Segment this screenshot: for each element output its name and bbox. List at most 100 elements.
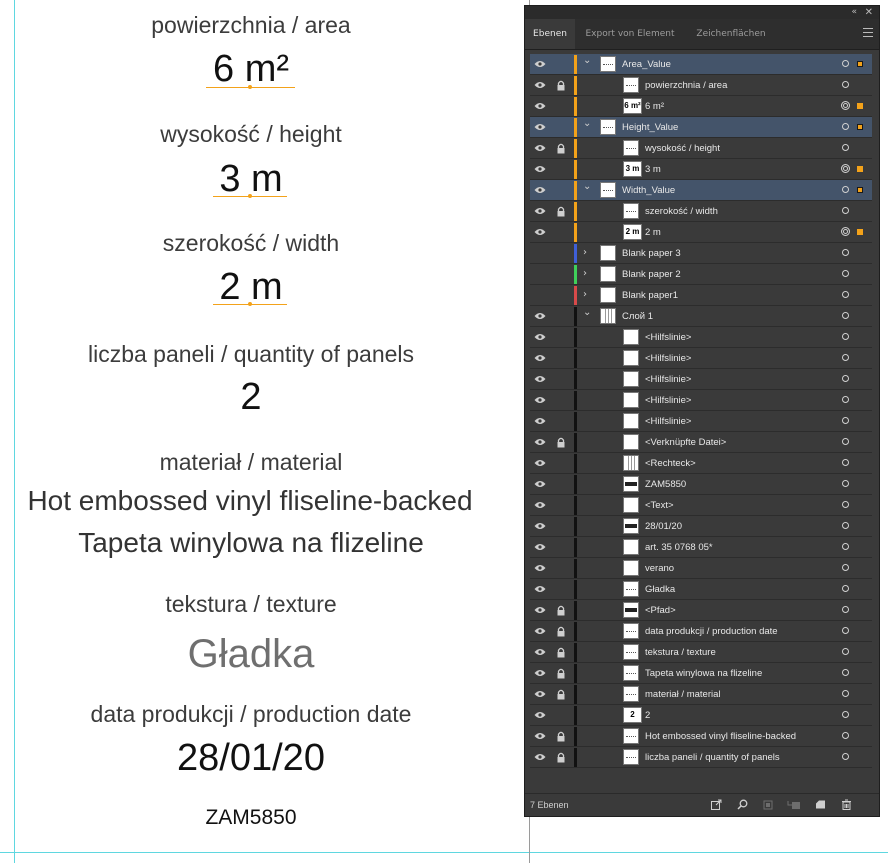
layer-name[interactable]: data produkcji / production date: [645, 621, 778, 642]
lock-icon[interactable]: [556, 731, 566, 742]
layer-name[interactable]: <Pfad>: [645, 600, 676, 621]
layer-row[interactable]: liczba paneli / quantity of panels: [530, 747, 872, 768]
target-circle-icon[interactable]: [842, 606, 849, 613]
layer-name[interactable]: tekstura / texture: [645, 642, 716, 663]
visibility-eye-icon[interactable]: [534, 396, 546, 404]
chevron-down-icon[interactable]: ⌄: [583, 307, 591, 318]
panel-titlebar[interactable]: « ✕: [525, 6, 879, 19]
target-circle-icon[interactable]: [842, 270, 849, 277]
layer-row[interactable]: Hot embossed vinyl fliseline-backed: [530, 726, 872, 747]
lock-toggle[interactable]: [556, 269, 566, 280]
selection-indicator[interactable]: [857, 124, 863, 130]
layer-name[interactable]: <Text>: [645, 495, 674, 516]
visibility-eye-icon[interactable]: [534, 417, 546, 425]
layer-row[interactable]: ⌄ Слой 1: [530, 306, 872, 327]
target-circle-icon[interactable]: [842, 396, 849, 403]
selection-indicator[interactable]: [857, 229, 863, 235]
target-circle-icon[interactable]: [842, 564, 849, 571]
visibility-eye-icon[interactable]: [534, 732, 546, 740]
lock-toggle[interactable]: [556, 395, 566, 406]
selection-indicator[interactable]: [857, 103, 863, 109]
visibility-eye-icon[interactable]: [534, 375, 546, 383]
visibility-eye-icon[interactable]: [534, 354, 546, 362]
layer-name[interactable]: 6 m²: [645, 96, 664, 117]
lock-toggle[interactable]: [556, 563, 566, 574]
visibility-toggle[interactable]: [534, 249, 546, 257]
layer-name[interactable]: szerokość / width: [645, 201, 718, 222]
visibility-eye-icon[interactable]: [534, 207, 546, 215]
visibility-eye-icon[interactable]: [534, 711, 546, 719]
layer-name[interactable]: liczba paneli / quantity of panels: [645, 747, 780, 768]
panels-value[interactable]: 2: [0, 376, 502, 419]
lock-toggle[interactable]: [556, 101, 566, 112]
visibility-eye-icon[interactable]: [534, 60, 546, 68]
layer-row[interactable]: powierzchnia / area: [530, 75, 872, 96]
layer-row[interactable]: ZAM5850: [530, 474, 872, 495]
target-circle-icon[interactable]: [842, 585, 849, 592]
lock-icon[interactable]: [556, 668, 566, 679]
layer-row[interactable]: <Hilfslinie>: [530, 411, 872, 432]
layer-name[interactable]: materiał / material: [645, 684, 721, 705]
target-circle-icon[interactable]: [842, 438, 849, 445]
visibility-eye-icon[interactable]: [534, 627, 546, 635]
collapse-icon[interactable]: «: [851, 6, 857, 19]
target-circle-icon[interactable]: [842, 123, 849, 130]
layer-row[interactable]: › Blank paper 3: [530, 243, 872, 264]
artboard[interactable]: powierzchnia / area 6 m² wysokość / heig…: [0, 0, 888, 863]
visibility-toggle[interactable]: [534, 291, 546, 299]
layer-name[interactable]: powierzchnia / area: [645, 75, 727, 96]
target-circle-icon[interactable]: [842, 669, 849, 676]
target-circle-icon[interactable]: [842, 627, 849, 634]
panel-menu-icon[interactable]: [863, 28, 873, 38]
visibility-eye-icon[interactable]: [534, 228, 546, 236]
layer-row[interactable]: Tapeta winylowa na flizeline: [530, 663, 872, 684]
close-icon[interactable]: ✕: [865, 6, 873, 19]
tab-export[interactable]: Export von Element: [580, 19, 680, 49]
layer-row[interactable]: ⌄ Width_Value: [530, 180, 872, 201]
layer-row[interactable]: <Hilfslinie>: [530, 327, 872, 348]
visibility-eye-icon[interactable]: [534, 543, 546, 551]
target-circle-icon[interactable]: [842, 81, 849, 88]
lock-icon[interactable]: [556, 689, 566, 700]
layer-row[interactable]: <Hilfslinie>: [530, 348, 872, 369]
width-label[interactable]: szerokość / width: [0, 230, 502, 257]
material-pl[interactable]: Tapeta winylowa na flizeline: [0, 527, 502, 559]
visibility-eye-icon[interactable]: [534, 753, 546, 761]
lock-toggle[interactable]: [556, 122, 566, 133]
layer-row[interactable]: 22: [530, 705, 872, 726]
target-circle-icon[interactable]: [842, 543, 849, 550]
lock-icon[interactable]: [556, 143, 566, 154]
lock-icon[interactable]: [556, 647, 566, 658]
visibility-eye-icon[interactable]: [534, 480, 546, 488]
target-circle-icon[interactable]: [842, 375, 849, 382]
tab-ebenen[interactable]: Ebenen: [525, 19, 575, 49]
delete-icon[interactable]: [841, 799, 852, 810]
layer-row[interactable]: <Rechteck>: [530, 453, 872, 474]
visibility-eye-icon[interactable]: [534, 501, 546, 509]
layer-name[interactable]: <Hilfslinie>: [645, 348, 691, 369]
lock-icon[interactable]: [556, 437, 566, 448]
layer-name[interactable]: 2 m: [645, 222, 661, 243]
chevron-right-icon[interactable]: ›: [583, 289, 587, 300]
target-circle-icon[interactable]: [842, 249, 849, 256]
layer-row[interactable]: verano: [530, 558, 872, 579]
lock-toggle[interactable]: [556, 290, 566, 301]
layer-name[interactable]: 3 m: [645, 159, 661, 180]
lock-toggle[interactable]: [556, 185, 566, 196]
new-layer-icon[interactable]: [815, 799, 826, 810]
layer-row[interactable]: szerokość / width: [530, 201, 872, 222]
layer-name[interactable]: 28/01/20: [645, 516, 682, 537]
layer-row[interactable]: <Pfad>: [530, 600, 872, 621]
visibility-eye-icon[interactable]: [534, 585, 546, 593]
layer-name[interactable]: wysokość / height: [645, 138, 720, 159]
layer-name[interactable]: <Hilfslinie>: [645, 411, 691, 432]
target-circle-icon[interactable]: [842, 648, 849, 655]
texture-value[interactable]: Gładka: [0, 632, 502, 677]
target-circle-icon[interactable]: [842, 207, 849, 214]
lock-toggle[interactable]: [556, 521, 566, 532]
lock-icon[interactable]: [556, 206, 566, 217]
tab-artboards[interactable]: Zeichenflächen: [688, 19, 774, 49]
lock-toggle[interactable]: [556, 227, 566, 238]
layer-row[interactable]: 3 m3 m: [530, 159, 872, 180]
lock-toggle[interactable]: [556, 479, 566, 490]
